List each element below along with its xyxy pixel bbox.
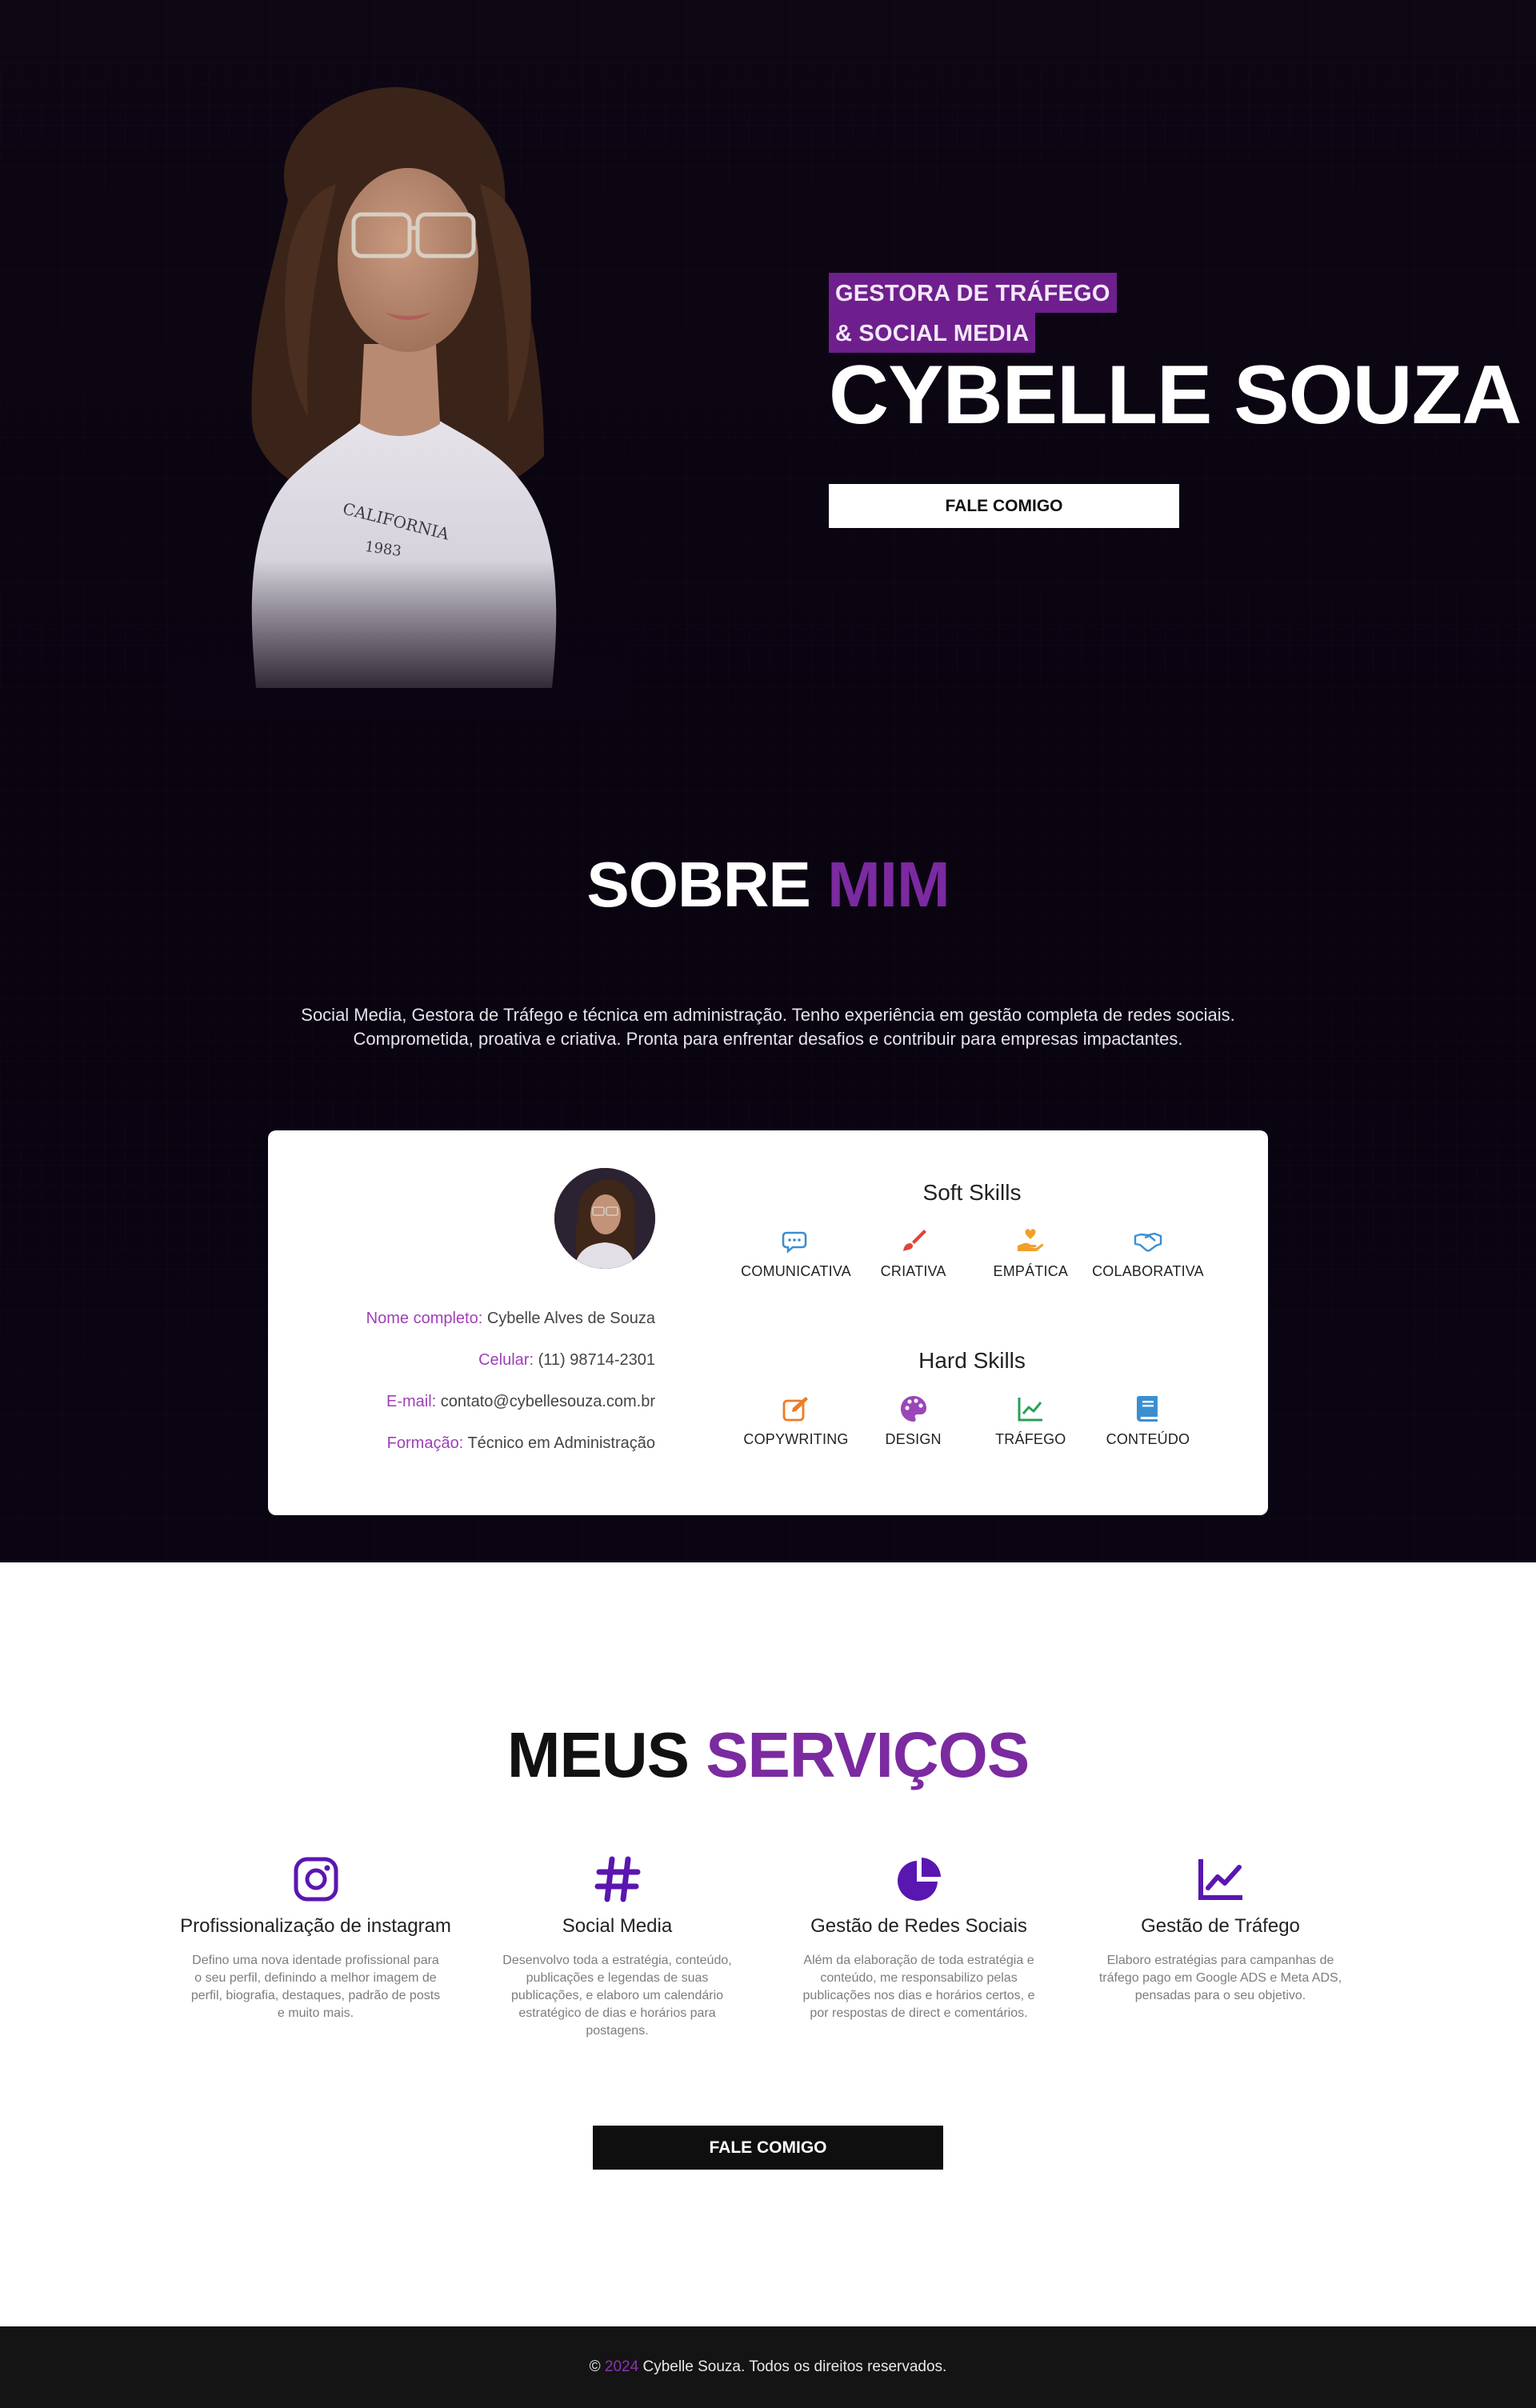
service-redes-sociais: Gestão de Redes Sociais Além da elaboraç… — [781, 1854, 1057, 2040]
soft-skills: Soft Skills COMUNICATIVA CRIATIVA EMPÁTI… — [724, 1180, 1220, 1280]
hashtag-icon — [594, 1856, 640, 1902]
avatar — [554, 1168, 655, 1269]
service-social-media: Social Media Desenvolvo toda a estratégi… — [479, 1854, 755, 2040]
skill-label: CONTEÚDO — [1106, 1431, 1190, 1447]
skill-copywriting: COPYWRITING — [740, 1394, 852, 1448]
hard-skills: Hard Skills COPYWRITING DESIGN TRÁFEGO C… — [724, 1348, 1220, 1448]
about-title-accent: MIM — [827, 849, 950, 920]
hero-name: CYBELLE SOUZA — [829, 349, 1522, 442]
hero-tag-line1: GESTORA DE TRÁFEGO — [829, 273, 1117, 313]
service-description: Defino uma nova identade profissional pa… — [190, 1954, 441, 2020]
info-full-name: Nome completo: Cybelle Alves de Souza — [366, 1310, 655, 1327]
about-title-main: SOBRE — [586, 849, 810, 920]
info-email: E-mail: contato@cybellesouza.com.br — [386, 1393, 655, 1410]
pen-square-icon — [782, 1397, 808, 1422]
skill-criativa: CRIATIVA — [858, 1226, 970, 1280]
services-title: MEUS SERVIÇOS — [0, 1718, 1536, 1792]
skill-label: TRÁFEGO — [995, 1431, 1066, 1447]
pie-chart-icon — [897, 1858, 941, 1901]
hero-tag-line2: & SOCIAL MEDIA — [829, 313, 1036, 353]
service-title: Gestão de Tráfego — [1141, 1915, 1300, 1937]
footer-year: 2024 — [604, 2358, 639, 2375]
about-text-line2: Comprometida, proativa e criativa. Pront… — [353, 1029, 1183, 1049]
hero-about-section: CALIFORNIA 1983 GESTORA DE TRÁFEGO & SOC… — [0, 0, 1536, 1562]
skill-trafego: TRÁFEGO — [974, 1394, 1086, 1448]
service-title: Profissionalização de instagram — [180, 1915, 451, 1937]
skill-comunicativa: COMUNICATIVA — [740, 1226, 852, 1280]
service-trafego: Gestão de Tráfego Elaboro estratégias pa… — [1082, 1854, 1358, 2040]
footer-text: Cybelle Souza. Todos os direitos reserva… — [642, 2358, 947, 2375]
skill-label: COMUNICATIVA — [741, 1263, 851, 1279]
about-description: Social Media, Gestora de Tráfego e técni… — [240, 1003, 1296, 1051]
service-description: Elaboro estratégias para campanhas de tr… — [1098, 1954, 1342, 2002]
about-title: SOBRE MIM — [0, 848, 1536, 922]
footer: © 2024 Cybelle Souza. Todos os direitos … — [0, 2326, 1536, 2408]
footer-copyright-symbol: © — [589, 2358, 601, 2375]
line-chart-icon — [1198, 1859, 1242, 1900]
portrait-photo: CALIFORNIA 1983 — [168, 80, 632, 720]
handshake-icon — [1134, 1232, 1162, 1252]
info-phone: Celular: (11) 98714-2301 — [478, 1351, 655, 1369]
service-instagram: Profissionalização de instagram Defino u… — [178, 1854, 454, 2040]
services-title-accent: SERVIÇOS — [706, 1719, 1030, 1790]
service-title: Gestão de Redes Sociais — [810, 1915, 1027, 1937]
services-title-main: MEUS — [506, 1719, 690, 1790]
service-title: Social Media — [562, 1915, 673, 1937]
line-chart-icon — [1018, 1398, 1043, 1422]
skill-conteudo: CONTEÚDO — [1092, 1394, 1204, 1448]
skill-label: CRIATIVA — [880, 1263, 946, 1279]
info-education: Formação: Técnico em Administração — [386, 1434, 655, 1452]
service-description: Desenvolvo toda a estratégia, conteúdo, … — [502, 1954, 732, 2038]
paintbrush-icon — [902, 1230, 926, 1251]
personal-info: Nome completo: Cybelle Alves de Souza Ce… — [287, 1308, 655, 1474]
hand-heart-icon — [1018, 1229, 1044, 1251]
skill-label: COPYWRITING — [743, 1431, 849, 1447]
palette-icon — [900, 1396, 926, 1422]
skill-label: COLABORATIVA — [1092, 1263, 1204, 1279]
skill-colaborativa: COLABORATIVA — [1092, 1226, 1204, 1280]
book-icon — [1136, 1396, 1158, 1422]
skill-empatica: EMPÁTICA — [974, 1226, 1086, 1280]
hero-heading-group: GESTORA DE TRÁFEGO & SOCIAL MEDIA CYBELL… — [829, 273, 1522, 442]
services-contact-button[interactable]: FALE COMIGO — [593, 2126, 943, 2170]
services-list: Profissionalização de instagram Defino u… — [178, 1854, 1358, 2040]
hero-contact-button[interactable]: FALE COMIGO — [829, 484, 1179, 528]
chat-bubbles-icon — [782, 1231, 807, 1254]
skill-label: DESIGN — [885, 1431, 942, 1447]
profile-card: Nome completo: Cybelle Alves de Souza Ce… — [268, 1130, 1268, 1515]
hard-skills-title: Hard Skills — [918, 1348, 1026, 1373]
soft-skills-title: Soft Skills — [922, 1180, 1022, 1205]
skill-label: EMPÁTICA — [993, 1263, 1069, 1279]
instagram-icon — [294, 1857, 338, 1902]
about-text-line1: Social Media, Gestora de Tráfego e técni… — [301, 1005, 1235, 1025]
service-description: Além da elaboração de toda estratégia e … — [802, 1954, 1035, 2020]
skill-design: DESIGN — [858, 1394, 970, 1448]
